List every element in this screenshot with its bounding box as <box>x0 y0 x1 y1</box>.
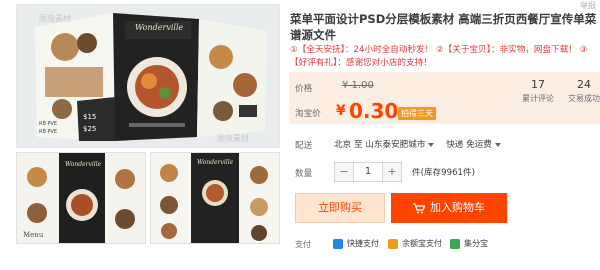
ship-destination-select[interactable]: 山东泰安肥城市 <box>365 140 437 150</box>
jifenbao-icon <box>450 238 460 249</box>
yuebao-icon <box>388 238 398 249</box>
watermark: 图虫素材 <box>217 134 249 143</box>
chevron-down-icon <box>428 142 435 147</box>
product-title: 菜单平面设计PSD分层模板素材 高端三折页西餐厅宣传单菜谱源文件 <box>290 12 597 42</box>
reviews-label: 累计评论 <box>522 94 554 103</box>
reviews-count: 17 <box>531 78 545 91</box>
decrement-button[interactable]: − <box>334 162 354 182</box>
ship-from: 北京 <box>334 140 352 150</box>
current-price: 0.30 <box>349 99 399 123</box>
ship-method: 快递 免运费 <box>446 140 492 150</box>
ship-destination: 山东泰安肥城市 <box>365 140 426 150</box>
price-panel: 价格 ¥ 1.00 淘宝价 ¥ 0.30 拍得三天 17 累计评论 24 交易成… <box>289 72 600 124</box>
chevron-down-icon[interactable] <box>494 142 501 147</box>
thumbnail-1[interactable]: Wonderville Menu <box>16 152 146 244</box>
payment-method: 快捷支付 <box>333 238 379 249</box>
sales-label: 交易成功 <box>568 94 600 103</box>
stock-info: 件(库存9961件) <box>412 168 475 178</box>
brand-script: Wonderville <box>65 161 102 168</box>
main-product-image[interactable]: 图虫素材 图虫素材 Wonderville $15 $25 RB PVE RB … <box>16 4 280 148</box>
reviews-stat[interactable]: 17 累计评论 <box>518 78 558 104</box>
price-tag: $15 <box>83 113 97 121</box>
payment-method-label: 集分宝 <box>464 239 488 248</box>
report-link[interactable]: 举报 <box>580 0 596 11</box>
shipping-label: 配送 <box>295 141 313 151</box>
sales-count: 24 <box>577 78 591 91</box>
cart-icon <box>413 202 425 213</box>
brand-script: Wonderville <box>135 23 184 32</box>
quick-pay-icon <box>333 238 343 249</box>
price-label: 价格 <box>295 84 313 94</box>
payment-method-label: 余额宝支付 <box>402 239 442 248</box>
currency-symbol: ¥ <box>336 103 346 119</box>
price-label: RB PVE <box>39 121 58 127</box>
quantity-stepper: − 1 + <box>334 162 402 182</box>
ship-to-word: 至 <box>353 140 363 150</box>
brand-script: Wonderville <box>197 159 234 166</box>
product-subtitle: ①【全天安抚】：24小时全自动秒发！ ②【关于宝贝】：非实物，网盘下载！ ③【好… <box>290 45 588 68</box>
quantity-label: 数量 <box>295 169 313 179</box>
sales-stat: 24 交易成功 <box>564 78 600 104</box>
increment-button[interactable]: + <box>382 162 402 182</box>
payment-method-label: 快捷支付 <box>347 239 379 248</box>
quantity-input[interactable]: 1 <box>354 162 382 182</box>
original-price: ¥ 1.00 <box>342 80 374 91</box>
menu-label: Menu <box>23 231 44 239</box>
add-to-cart-label: 加入购物车 <box>430 201 485 214</box>
watermark: 图虫素材 <box>39 14 71 23</box>
promo-badge: 拍得三天 <box>398 107 436 120</box>
price-label: RB PVE <box>39 129 58 135</box>
payment-label: 支付 <box>295 240 311 249</box>
thumbnail-2[interactable]: Wonderville <box>150 152 280 244</box>
price-tag: $25 <box>83 125 97 133</box>
payment-method: 余额宝支付 <box>388 238 442 249</box>
buy-now-button[interactable]: 立即购买 <box>295 193 385 223</box>
payment-method: 集分宝 <box>450 238 488 249</box>
taobao-price-label: 淘宝价 <box>295 109 321 119</box>
shipping-row: 北京 至 山东泰安肥城市 快递 免运费 <box>334 138 504 150</box>
thumbnail-image <box>151 153 279 243</box>
add-to-cart-button[interactable]: 加入购物车 <box>391 193 507 223</box>
